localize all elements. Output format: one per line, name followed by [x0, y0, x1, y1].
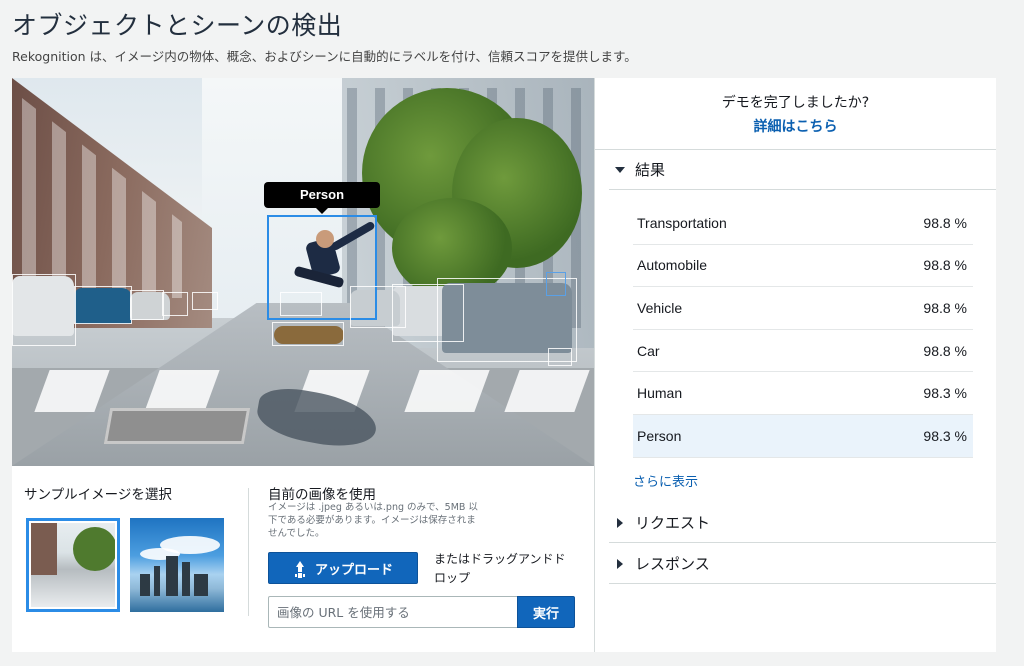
result-score: 98.3 % [923, 427, 967, 444]
run-button[interactable]: 実行 [517, 596, 575, 628]
caret-right-icon [617, 558, 623, 569]
result-row[interactable]: Automobile 98.8 % [633, 245, 973, 288]
result-row[interactable]: Car 98.8 % [633, 330, 973, 373]
learn-more-link[interactable]: 詳細はこちら [595, 116, 996, 136]
drag-and-drop-text: またはドラッグアンドドロップ [434, 552, 566, 586]
result-label: Automobile [637, 257, 708, 274]
page-title: オブジェクトとシーンの検出 [12, 11, 343, 40]
result-row[interactable]: Transportation 98.8 % [633, 202, 973, 245]
result-row[interactable]: Vehicle 98.8 % [633, 287, 973, 330]
response-section-header[interactable]: レスポンス [609, 544, 996, 584]
result-label: Vehicle [637, 299, 683, 316]
panel-divider [594, 78, 595, 652]
results-list: Transportation 98.8 % Automobile 98.8 % … [633, 202, 973, 458]
show-more-link[interactable]: さらに表示 [633, 471, 698, 490]
own-image-note: イメージは .jpeg あるいは.png のみで、5MB 以下である必要がありま… [268, 502, 478, 539]
car-bounding-box[interactable] [74, 286, 132, 324]
image-url-input[interactable] [268, 596, 518, 628]
result-label: Human [637, 385, 683, 402]
caret-right-icon [617, 517, 623, 528]
result-row-selected[interactable]: Person 98.3 % [633, 414, 973, 458]
skateboard-bounding-box[interactable] [272, 322, 344, 346]
car-bounding-box[interactable] [280, 292, 322, 316]
car-bounding-box[interactable] [548, 348, 572, 366]
result-score: 98.8 % [923, 214, 967, 231]
result-label: Person [637, 427, 682, 444]
upload-button-label: アップロード [314, 562, 393, 578]
demo-complete-box: デモを完了しましたか? 詳細はこちら [595, 78, 996, 150]
page-description: Rekognition は、イメージ内の物体、概念、およびシーンに自動的にラベル… [12, 49, 637, 64]
result-label: Transportation [637, 214, 727, 231]
result-score: 98.8 % [923, 342, 967, 359]
own-image-title: 自前の画像を使用 [268, 487, 376, 503]
request-section-header[interactable]: リクエスト [609, 503, 996, 543]
sample-images-title: サンプルイメージを選択 [24, 487, 172, 503]
upload-button[interactable]: アップロード [268, 552, 418, 584]
analyzed-image: Person [12, 78, 594, 466]
car-bounding-box[interactable] [162, 292, 188, 316]
car-bounding-box[interactable] [130, 290, 164, 320]
sample-image-street[interactable] [26, 518, 120, 612]
result-row[interactable]: Human 98.3 % [633, 372, 973, 415]
demo-question: デモを完了しましたか? [721, 95, 870, 111]
result-label: Car [637, 342, 660, 359]
result-score: 98.8 % [923, 257, 967, 274]
results-section-label: 結果 [635, 161, 666, 179]
results-section-header[interactable]: 結果 [609, 150, 996, 190]
request-section-label: リクエスト [635, 514, 711, 532]
response-section-label: レスポンス [635, 555, 710, 573]
car-bounding-box[interactable] [12, 274, 76, 346]
detected-label-tooltip: Person [264, 182, 380, 214]
sample-image-skyline[interactable] [130, 518, 224, 612]
result-score: 98.8 % [923, 299, 967, 316]
object-bounding-box[interactable] [546, 272, 566, 296]
car-bounding-box[interactable] [192, 292, 218, 310]
result-score: 98.3 % [923, 385, 967, 402]
upload-separator [248, 488, 249, 616]
upload-icon [293, 561, 307, 575]
caret-down-icon [615, 166, 625, 173]
demo-card: Person サンプルイメージを選択 自前の画像を使用 イメージは .jpeg … [12, 78, 996, 652]
